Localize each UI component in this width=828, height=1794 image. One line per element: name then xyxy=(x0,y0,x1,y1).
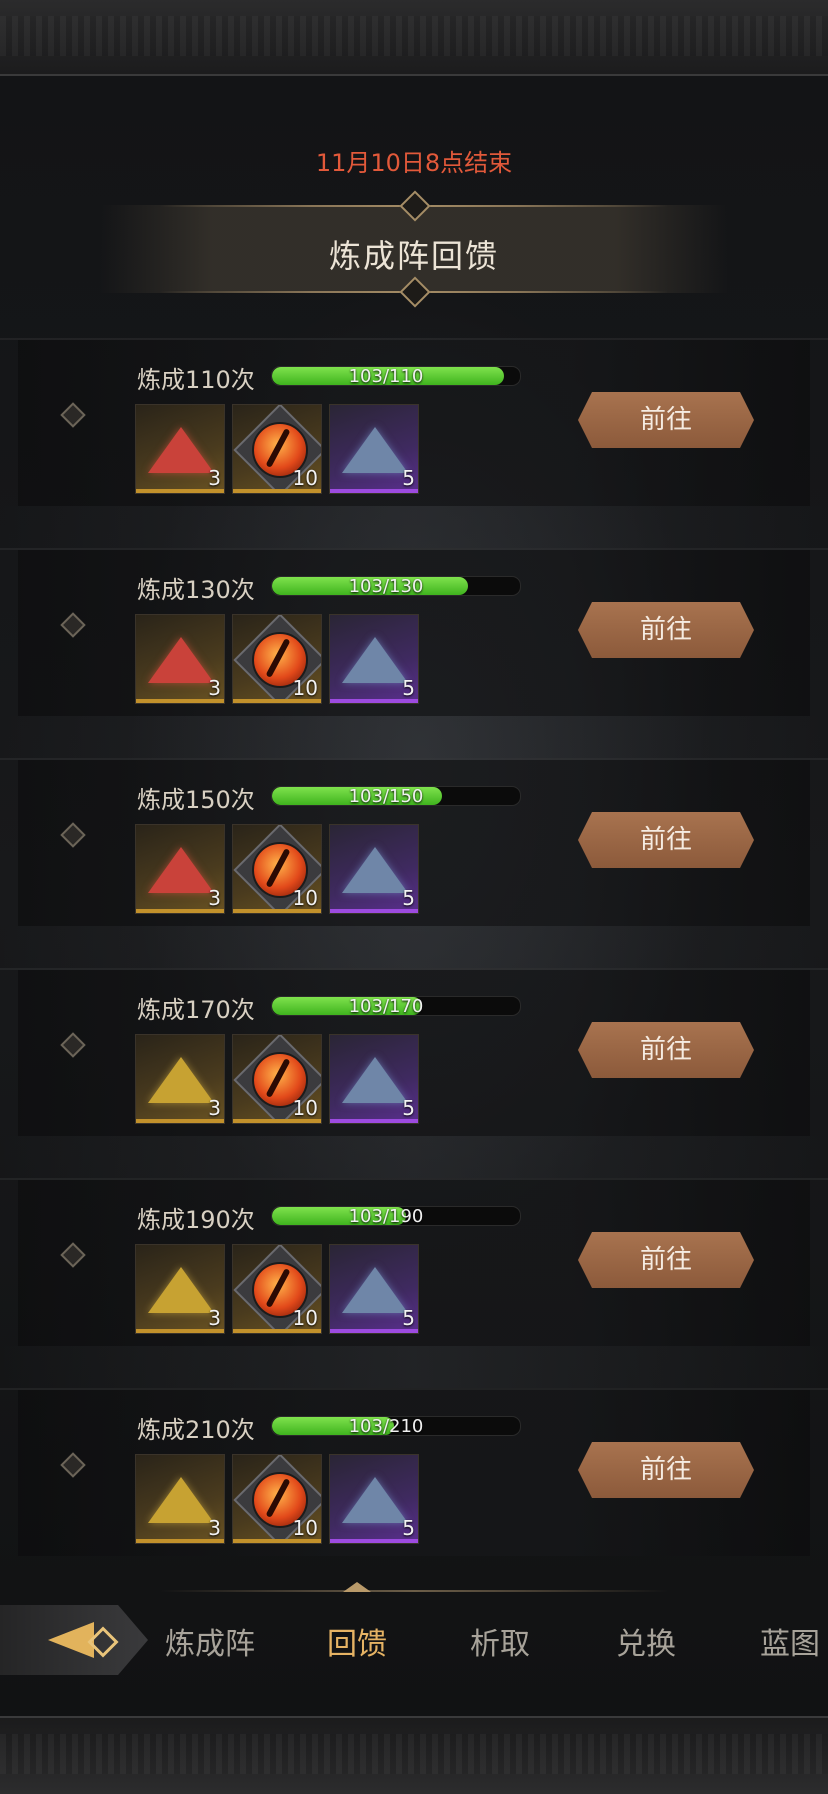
item-count: 10 xyxy=(292,886,318,910)
progress-bar: 103/130 xyxy=(271,576,521,596)
tab-blueprint[interactable]: 蓝图 xyxy=(760,1619,820,1663)
reward-item[interactable]: 10 xyxy=(232,404,322,494)
reward-item[interactable]: 3 xyxy=(135,1034,225,1124)
red-powder-icon xyxy=(148,427,214,473)
reward-row: 炼成210次 103/210 3 10 5 前往 xyxy=(0,1388,828,1556)
reward-item[interactable]: 10 xyxy=(232,1244,322,1334)
reward-item[interactable]: 5 xyxy=(329,1454,419,1544)
reward-item[interactable]: 3 xyxy=(135,614,225,704)
go-button[interactable]: 前往 xyxy=(578,1442,754,1498)
reward-item[interactable]: 5 xyxy=(329,1034,419,1124)
task-label: 炼成150次 xyxy=(137,786,255,814)
go-button[interactable]: 前往 xyxy=(578,392,754,448)
item-count: 5 xyxy=(402,886,415,910)
reward-row: 炼成190次 103/190 3 10 5 前往 xyxy=(0,1178,828,1346)
nav-divider xyxy=(160,1590,668,1592)
item-count: 5 xyxy=(402,676,415,700)
reward-item[interactable]: 10 xyxy=(232,824,322,914)
item-count: 3 xyxy=(208,466,221,490)
item-count: 10 xyxy=(292,676,318,700)
tab-alchemy-array[interactable]: 炼成阵 xyxy=(165,1619,255,1663)
gold-powder-icon xyxy=(148,1477,214,1523)
title-banner: 炼成阵回馈 xyxy=(100,190,728,308)
task-label: 炼成190次 xyxy=(137,1206,255,1234)
blue-crystal-powder-icon xyxy=(342,1267,408,1313)
reward-item[interactable]: 5 xyxy=(329,614,419,704)
item-count: 5 xyxy=(402,1306,415,1330)
reward-item[interactable]: 3 xyxy=(135,404,225,494)
item-count: 3 xyxy=(208,676,221,700)
event-end-time: 11月10日8点结束 xyxy=(315,149,513,177)
gold-powder-icon xyxy=(148,1057,214,1103)
item-count: 3 xyxy=(208,1096,221,1120)
progress-text: 103/110 xyxy=(348,366,424,386)
reward-item[interactable]: 10 xyxy=(232,1034,322,1124)
reward-item[interactable]: 3 xyxy=(135,824,225,914)
row-separator xyxy=(0,1136,828,1178)
row-separator xyxy=(0,1346,828,1388)
reward-row: 炼成170次 103/170 3 10 5 前往 xyxy=(0,968,828,1136)
red-powder-icon xyxy=(148,637,214,683)
item-count: 3 xyxy=(208,886,221,910)
go-button[interactable]: 前往 xyxy=(578,812,754,868)
blue-crystal-powder-icon xyxy=(342,1057,408,1103)
reward-item[interactable]: 5 xyxy=(329,1244,419,1334)
progress-bar: 103/170 xyxy=(271,996,521,1016)
item-count: 10 xyxy=(292,1516,318,1540)
progress-text: 103/150 xyxy=(348,786,424,806)
progress-bar: 103/190 xyxy=(271,1206,521,1226)
go-button[interactable]: 前往 xyxy=(578,1022,754,1078)
item-count: 3 xyxy=(208,1306,221,1330)
item-count: 10 xyxy=(292,1096,318,1120)
progress-text: 103/210 xyxy=(348,1416,424,1436)
tab-extract[interactable]: 析取 xyxy=(470,1619,530,1663)
blue-crystal-powder-icon xyxy=(342,847,408,893)
top-frame xyxy=(0,0,828,76)
row-separator xyxy=(0,926,828,968)
reward-item[interactable]: 3 xyxy=(135,1244,225,1334)
go-button[interactable]: 前往 xyxy=(578,1232,754,1288)
active-tab-indicator-icon xyxy=(343,1582,371,1592)
bottom-frame xyxy=(0,1716,828,1794)
reward-row: 炼成150次 103/150 3 10 5 前往 xyxy=(0,758,828,926)
gold-powder-icon xyxy=(148,1267,214,1313)
reward-item[interactable]: 3 xyxy=(135,1454,225,1544)
progress-text: 103/170 xyxy=(348,996,424,1016)
task-label: 炼成130次 xyxy=(137,576,255,604)
back-button[interactable] xyxy=(0,1605,148,1675)
row-separator xyxy=(0,716,828,758)
reward-item[interactable]: 5 xyxy=(329,404,419,494)
blue-crystal-powder-icon xyxy=(342,637,408,683)
arrow-back-icon xyxy=(48,1622,94,1658)
reward-item[interactable]: 10 xyxy=(232,614,322,704)
blue-crystal-powder-icon xyxy=(342,1477,408,1523)
reward-item[interactable]: 5 xyxy=(329,824,419,914)
tab-rewards[interactable]: 回馈 xyxy=(327,1619,387,1663)
tab-exchange[interactable]: 兑换 xyxy=(616,1619,676,1663)
row-separator xyxy=(0,506,828,548)
red-powder-icon xyxy=(148,847,214,893)
go-button[interactable]: 前往 xyxy=(578,602,754,658)
progress-bar: 103/210 xyxy=(271,1416,521,1436)
progress-bar: 103/150 xyxy=(271,786,521,806)
blue-crystal-powder-icon xyxy=(342,427,408,473)
reward-list: 炼成110次 103/110 3 10 5 前往 炼成130次 103/130 3 xyxy=(0,338,828,1556)
item-count: 10 xyxy=(292,466,318,490)
item-count: 10 xyxy=(292,1306,318,1330)
item-count: 3 xyxy=(208,1516,221,1540)
bottom-nav: 炼成阵 回馈 析取 兑换 蓝图 xyxy=(0,1605,828,1689)
item-count: 5 xyxy=(402,1516,415,1540)
item-count: 5 xyxy=(402,1096,415,1120)
page-title: 炼成阵回馈 xyxy=(328,237,499,275)
reward-row: 炼成130次 103/130 3 10 5 前往 xyxy=(0,548,828,716)
task-label: 炼成210次 xyxy=(137,1416,255,1444)
reward-row: 炼成110次 103/110 3 10 5 前往 xyxy=(0,338,828,506)
progress-bar: 103/110 xyxy=(271,366,521,386)
task-label: 炼成110次 xyxy=(137,366,255,394)
progress-text: 103/190 xyxy=(348,1206,424,1226)
task-label: 炼成170次 xyxy=(137,996,255,1024)
reward-item[interactable]: 10 xyxy=(232,1454,322,1544)
item-count: 5 xyxy=(402,466,415,490)
progress-text: 103/130 xyxy=(348,576,424,596)
